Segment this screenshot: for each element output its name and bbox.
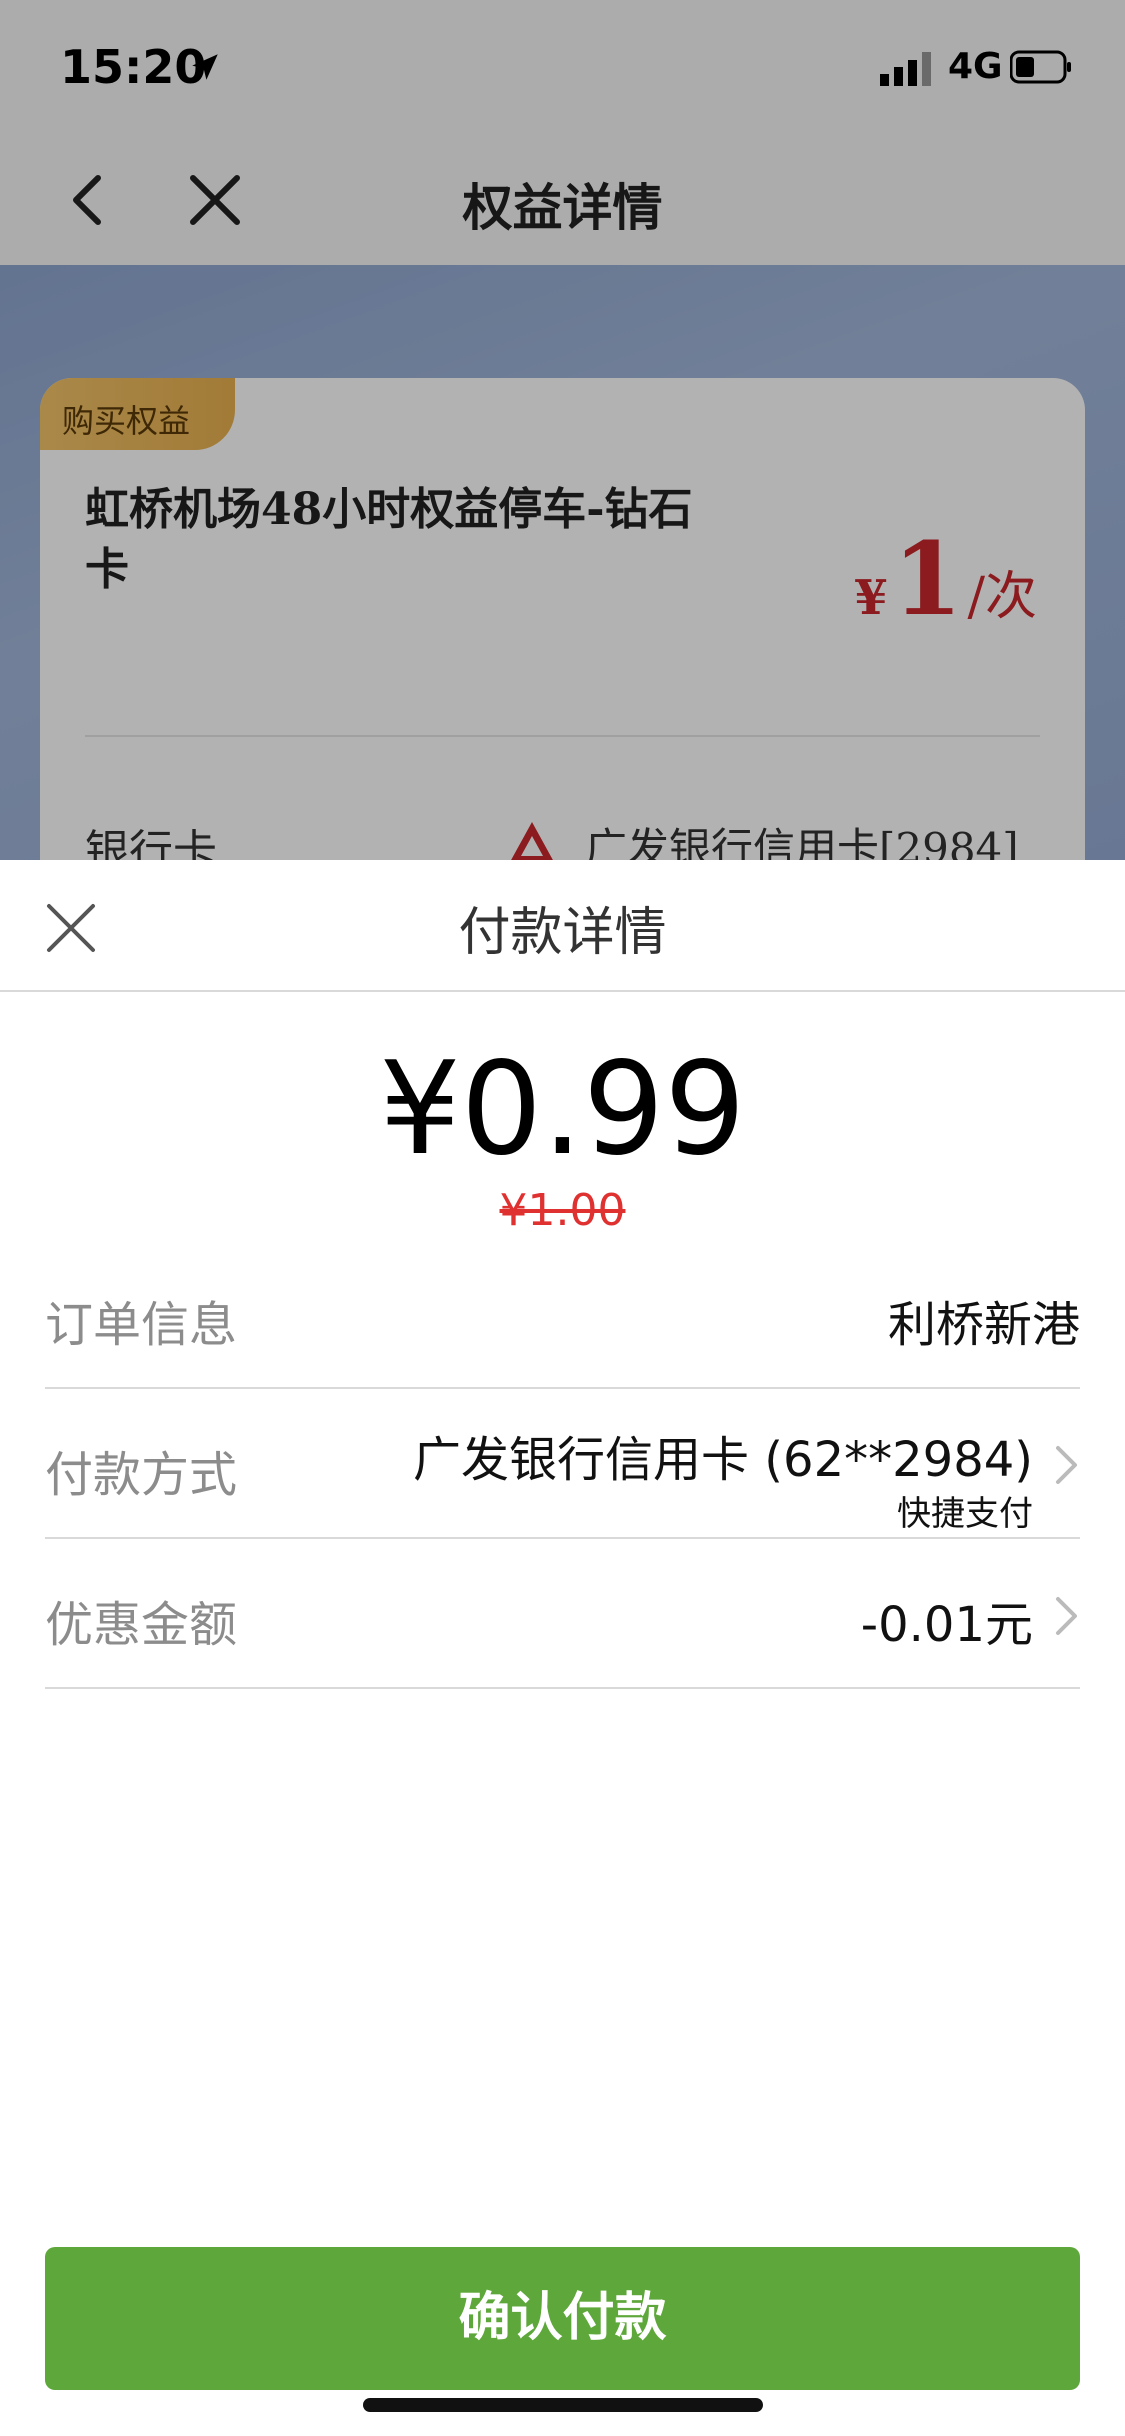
payment-method-sub: 快捷支付: [897, 1494, 1033, 1534]
divider: [45, 1687, 1080, 1689]
divider: [45, 1387, 1080, 1389]
confirm-payment-button[interactable]: 确认付款: [45, 2247, 1080, 2390]
home-indicator: [363, 2398, 763, 2412]
divider: [0, 990, 1125, 992]
order-info-value: 利桥新港: [887, 1297, 1080, 1353]
payment-method-value: 广发银行信用卡 (62**2984): [413, 1432, 1033, 1488]
modal-overlay[interactable]: [0, 0, 1125, 860]
discount-value: -0.01元: [860, 1597, 1033, 1653]
payment-method-label: 付款方式: [45, 1447, 238, 1503]
divider: [45, 1537, 1080, 1539]
sheet-title: 付款详情: [458, 903, 667, 963]
chevron-right-icon: [1056, 1446, 1077, 1484]
payment-amount: ¥0.99: [379, 1035, 746, 1184]
payment-sheet: 付款详情 ¥0.99 ¥1.00 订单信息 利桥新港 付款方式 广发银行信用卡 …: [0, 860, 1125, 2436]
original-amount: ¥1.00: [499, 1185, 626, 1236]
order-info-label: 订单信息: [45, 1297, 238, 1353]
chevron-right-icon: [1056, 1597, 1077, 1635]
discount-label: 优惠金额: [45, 1597, 238, 1653]
background-page: 15:20 4G 权益详情 购买权益 虹桥机场48小时权益停车-钻石卡 ¥ 1 …: [0, 0, 1125, 860]
